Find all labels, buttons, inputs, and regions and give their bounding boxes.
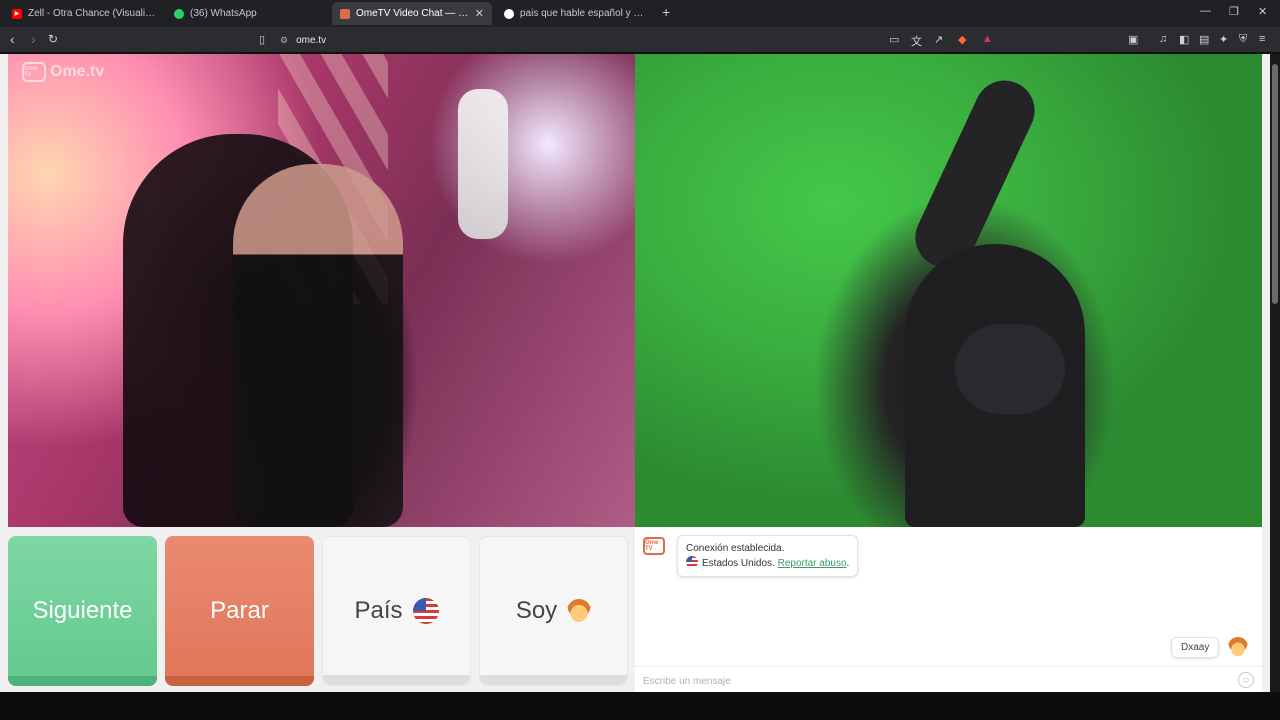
tab-title: pais que hable español y sea temprano xyxy=(520,8,648,19)
restore-icon[interactable]: ❐ xyxy=(1229,5,1239,18)
emoji-picker-icon[interactable]: ☺ xyxy=(1238,672,1254,688)
tab-title: Zell - Otra Chance (Visualizer) - YouTu xyxy=(28,8,156,19)
microphone xyxy=(955,324,1065,414)
wallet-icon[interactable]: ▤ xyxy=(1199,33,1209,46)
button-shadow xyxy=(480,675,627,685)
site-info-icon[interactable]: ⚙ xyxy=(280,35,288,46)
peer-avatar-icon xyxy=(1228,637,1248,657)
back-icon[interactable]: ‹ xyxy=(10,31,15,47)
youtube-icon: ▶ xyxy=(12,8,22,19)
gender-button-label: Soy xyxy=(515,597,558,624)
new-tab-button[interactable]: + xyxy=(662,4,670,20)
minimize-icon[interactable]: — xyxy=(1200,5,1211,17)
stop-button-label: Parar xyxy=(210,597,269,624)
message-bar: ☺ xyxy=(635,666,1262,692)
button-shadow xyxy=(8,676,157,686)
gender-button[interactable]: Soy xyxy=(479,536,628,686)
tab-title: (36) WhatsApp xyxy=(190,8,257,19)
browser-tab-strip: ▶ Zell - Otra Chance (Visualizer) - YouT… xyxy=(0,0,1280,27)
ometv-logo-text: Ome.tv xyxy=(50,63,105,80)
bookmark-icon[interactable]: ▯ xyxy=(259,33,265,46)
local-user xyxy=(233,164,403,527)
leo-ai-icon[interactable]: ✦ xyxy=(1219,33,1228,46)
boy-emoji-icon xyxy=(567,599,592,623)
microphone xyxy=(458,89,508,239)
url-text[interactable]: ome.tv xyxy=(296,35,326,46)
media-icon[interactable]: ♫ xyxy=(1159,33,1167,45)
ometv-icon xyxy=(340,8,350,19)
sidebar-panel-icon[interactable]: ▣ xyxy=(1128,33,1138,46)
whatsapp-icon xyxy=(174,8,184,19)
menu-icon[interactable]: ≡ xyxy=(1259,33,1265,45)
brave-shield-icon[interactable]: ◆ xyxy=(958,33,966,46)
forward-icon[interactable]: › xyxy=(31,31,36,47)
close-tab-icon[interactable]: ✕ xyxy=(475,7,484,20)
bottom-bar xyxy=(0,692,1280,720)
system-message: Conexión establecida. Estados Unidos. Re… xyxy=(677,535,859,577)
share-icon[interactable]: ↗ xyxy=(934,33,943,46)
ometv-logo-icon: Ome TV xyxy=(22,62,46,82)
next-button[interactable]: Siguiente xyxy=(8,536,157,686)
tab-ometv[interactable]: OmeTV Video Chat — Omegle ✕ xyxy=(332,2,492,25)
peer-country: Estados Unidos. xyxy=(702,558,775,569)
tab-chatgpt[interactable]: pais que hable español y sea temprano xyxy=(496,2,656,25)
next-button-label: Siguiente xyxy=(32,597,133,624)
country-line: Estados Unidos. Reportar abuso. xyxy=(686,556,849,571)
country-button-label: País xyxy=(354,597,403,624)
tab-whatsapp[interactable]: (36) WhatsApp xyxy=(166,2,326,25)
page-scrollbar[interactable] xyxy=(1270,54,1280,692)
us-flag-icon xyxy=(412,598,439,624)
stop-button[interactable]: Parar xyxy=(165,536,314,686)
peer-name-badge: Dxaay xyxy=(1171,637,1220,658)
ometv-page: Ome TV Ome.tv Siguiente Parar País Soy O… xyxy=(0,54,1270,692)
ometv-logo: Ome TV Ome.tv xyxy=(22,62,104,82)
reader-icon[interactable]: ◧ xyxy=(1179,33,1189,46)
local-video: Ome TV Ome.tv xyxy=(8,54,635,527)
tab-youtube[interactable]: ▶ Zell - Otra Chance (Visualizer) - YouT… xyxy=(4,2,164,25)
connection-status: Conexión establecida. xyxy=(686,543,785,554)
period: . xyxy=(846,558,850,569)
chatgpt-icon xyxy=(504,8,514,19)
report-abuse-link[interactable]: Reportar abuso xyxy=(778,558,847,569)
ometv-chat-icon: Ome TV xyxy=(643,537,665,555)
remote-video xyxy=(635,54,1262,527)
scrollbar-thumb[interactable] xyxy=(1272,64,1278,304)
close-window-icon[interactable]: ✕ xyxy=(1258,5,1267,18)
chat-panel: Ome TV Conexión establecida. Estados Uni… xyxy=(635,527,1262,692)
reload-icon[interactable]: ↻ xyxy=(48,32,58,46)
button-shadow xyxy=(323,675,470,685)
message-input[interactable] xyxy=(643,673,1223,689)
brave-rewards-icon[interactable]: ▲ xyxy=(982,33,993,45)
browser-toolbar: ‹ › ↻ ▯ ⚙ ome.tv ▭ 文 ↗ ◆ ▲ ▣ ♫ ◧ ▤ ✦ ⛨ ≡ xyxy=(0,27,1280,53)
button-shadow xyxy=(165,676,314,686)
tab-title: OmeTV Video Chat — Omegle xyxy=(356,8,469,19)
translate-icon[interactable]: 文 xyxy=(911,33,922,49)
vpn-icon[interactable]: ⛨ xyxy=(1239,33,1247,46)
country-button[interactable]: País xyxy=(322,536,471,686)
us-flag-icon xyxy=(686,556,698,568)
cast-icon[interactable]: ▭ xyxy=(889,33,899,46)
